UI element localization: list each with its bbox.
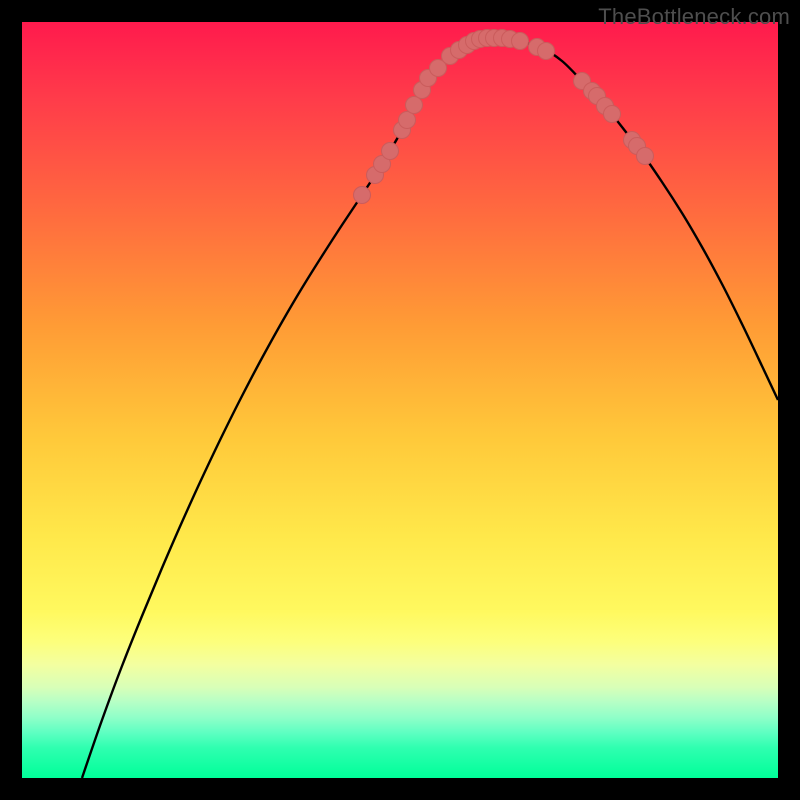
highlight-dot (406, 97, 423, 114)
highlight-dot (604, 106, 621, 123)
chart-plot-area (22, 22, 778, 778)
highlight-dot (354, 187, 371, 204)
chart-svg (22, 22, 778, 778)
chart-frame: TheBottleneck.com (0, 0, 800, 800)
highlight-dot (637, 148, 654, 165)
bottleneck-curve (82, 37, 778, 778)
watermark-text: TheBottleneck.com (598, 4, 790, 30)
highlight-dot (382, 143, 399, 160)
highlight-dot (512, 33, 529, 50)
highlight-dot (399, 112, 416, 129)
highlight-dot (538, 43, 555, 60)
highlight-dots (354, 30, 654, 204)
